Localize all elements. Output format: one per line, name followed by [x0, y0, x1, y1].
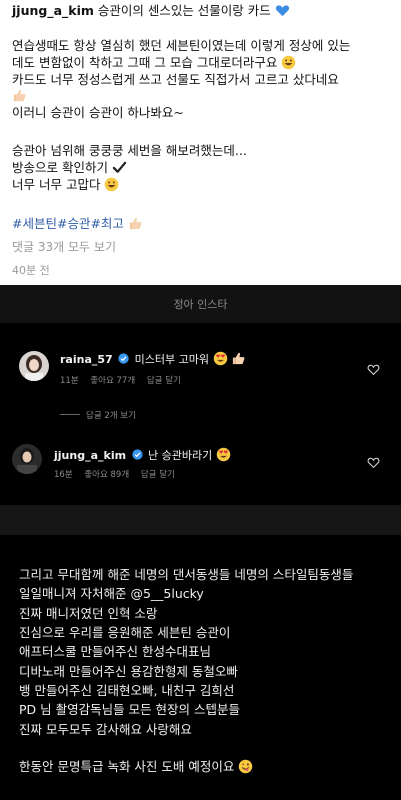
thanks-line-9: 진짜 모두모두 감사해요 사랑해요 [19, 722, 192, 737]
thanks-line-7: 뱅 만들어주신 김태현오빠, 내친구 김희선 [19, 683, 235, 698]
section-title: 정아 인스타 [173, 298, 228, 311]
post-timestamp: 40분 전 [12, 264, 50, 277]
comment-username[interactable]: jjung_a_kim [54, 449, 126, 462]
thanks-message: 그리고 무대함께 해준 네명의 댄서동생들 네명의 스타일팀동생들 일일매니져 … [0, 535, 401, 800]
caption-line-4: 이러니 승관이 승관이 하나봐요~ [12, 105, 184, 120]
thumbs-up-icon [13, 89, 26, 102]
heart-outline-icon[interactable] [367, 363, 380, 376]
verified-badge-icon [118, 353, 129, 364]
post-username[interactable]: jjung_a_kim [12, 3, 94, 18]
comment-time: 11분 [60, 376, 79, 386]
comment-meta: 11분 좋아요 77개 답글 달기 [60, 374, 190, 386]
caption-line-6: 방송으로 확인하기 [12, 159, 127, 176]
view-all-comments-link[interactable]: 댓글 33개 모두 보기 [12, 239, 116, 256]
thanks-line-6: 디바노래 만들어주신 용감한형제 동철오빠 [19, 664, 238, 679]
heart-eyes-icon [216, 447, 231, 462]
view-replies-text[interactable]: 답글 2개 보기 [86, 411, 136, 421]
grin-icon [282, 55, 296, 70]
thanks-line-2: 일일매니져 자처해준 @5__5lucky [19, 586, 204, 601]
silly-face-icon [239, 759, 253, 774]
thanks-line-8: PD 님 촬영감독님들 모든 현장의 스텝분들 [19, 702, 241, 717]
heart-outline-icon[interactable] [367, 456, 380, 469]
section-separator [0, 505, 401, 535]
caption-title-line: jjung_a_kim 승관이의 센스있는 선물이랑 카드 [12, 2, 290, 19]
caption-title-text: 승관이의 센스있는 선물이랑 카드 [93, 3, 271, 18]
caption-line-3: 카드도 너무 정성스럽게 쓰고 선물도 직접가서 고르고 샀다네요 [12, 72, 339, 87]
verified-badge-icon [131, 449, 143, 460]
thanks-line-5: 애프터스쿨 만들어주신 한성수대표님 [19, 644, 211, 659]
reply-button[interactable]: 답글 달기 [141, 470, 175, 480]
replies-divider [60, 414, 80, 415]
caption-line-1: 연습생때도 항상 열심히 했던 세븐틴이였는데 이렇게 정상에 있는 [12, 38, 351, 53]
avatar[interactable] [12, 444, 42, 474]
view-replies-link[interactable]: 답글 2개 보기 [60, 409, 136, 421]
grin-icon [105, 177, 119, 192]
caption-line-2-text: 데도 변함없이 착하고 그때 그 모습 그대로더라구요 [12, 55, 278, 70]
thanks-line-1: 그리고 무대함께 해준 네명의 댄서동생들 네명의 스타일팀동생들 [19, 567, 354, 582]
caption-line-3-emoji [12, 87, 27, 104]
comment-username[interactable]: raina_57 [60, 353, 113, 366]
caption-line-7: 너무 너무 고맙다 [12, 176, 119, 193]
thanks-line-4: 진심으로 우리를 응원해준 세븐틴 승관이 [19, 625, 231, 640]
reply-button[interactable]: 답글 달기 [147, 376, 181, 386]
avatar[interactable] [19, 351, 49, 381]
comments-list: raina_57 미스터부 고마워 11분 좋아요 77개 답글 달기 답글 2… [0, 323, 401, 505]
comment-meta: 16분 좋아요 89개 답글 달기 [54, 468, 184, 480]
caption-line-7-text: 너무 너무 고맙다 [12, 177, 101, 192]
check-mark-icon [112, 161, 127, 173]
post-caption: jjung_a_kim 승관이의 센스있는 선물이랑 카드 연습생때도 항상 열… [0, 0, 401, 285]
thanks-line-10-text: 한동안 문명특급 녹화 사진 도배 예정이요 [19, 759, 235, 774]
comment-text: 미스터부 고마워 [131, 353, 210, 366]
thanks-line-10: 한동안 문명특급 녹화 사진 도배 예정이요 [19, 759, 253, 775]
thanks-line-3: 진짜 매니저였던 인혁 소랑 [19, 606, 158, 621]
thumbs-up-icon [129, 217, 142, 230]
hashtags[interactable]: #세븐틴#승관#최고 [12, 215, 143, 232]
caption-line-6-text: 방송으로 확인하기 [12, 160, 108, 175]
comment-likes[interactable]: 좋아요 89개 [84, 470, 129, 480]
section-divider: 정아 인스타 [0, 285, 401, 323]
comment-likes[interactable]: 좋아요 77개 [90, 376, 135, 386]
comment-text-line: raina_57 미스터부 고마워 [60, 351, 246, 367]
heart-eyes-icon [213, 351, 227, 366]
blue-heart-icon [275, 5, 289, 17]
hashtags-text[interactable]: #세븐틴#승관#최고 [12, 216, 124, 231]
comment-text: 난 승관바라기 [144, 449, 213, 462]
caption-line-5: 승관아 넘위해 쿵쿵쿵 세번을 해보려했는데... [12, 143, 247, 158]
caption-line-2: 데도 변함없이 착하고 그때 그 모습 그대로더라구요 [12, 54, 296, 71]
comment-time: 16분 [54, 470, 73, 480]
thumbs-up-icon [232, 352, 245, 365]
comment-text-line: jjung_a_kim 난 승관바라기 [54, 447, 231, 463]
